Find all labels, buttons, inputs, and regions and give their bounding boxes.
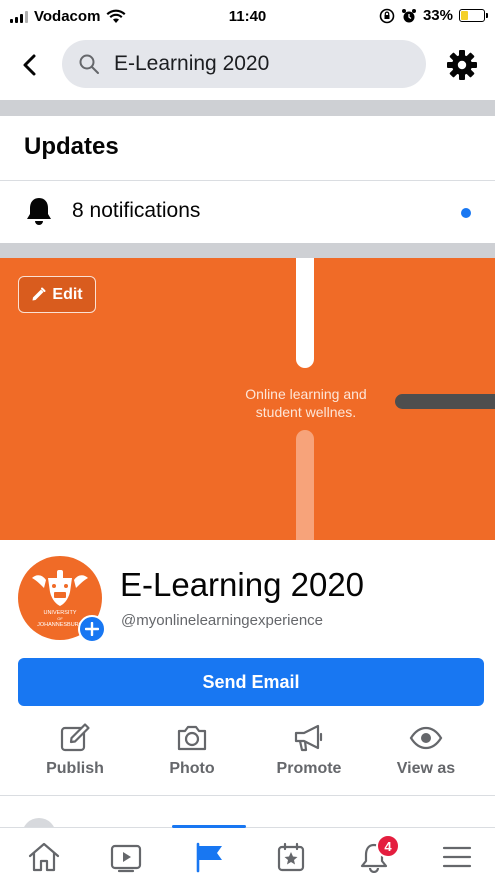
action-label: Photo bbox=[169, 760, 215, 777]
pencil-icon bbox=[32, 287, 46, 301]
cover-graphic bbox=[395, 394, 495, 409]
tab-pages[interactable] bbox=[176, 828, 242, 885]
pencil-square-icon bbox=[60, 723, 90, 752]
tab-notifications[interactable] bbox=[341, 828, 407, 885]
search-input[interactable]: E-Learning 2020 bbox=[62, 40, 426, 88]
page-actions: Publish Photo Promote View as bbox=[0, 722, 495, 786]
cover-text: Online learning and student wellnes. bbox=[245, 386, 367, 420]
battery-icon bbox=[459, 9, 488, 22]
edit-cover-button[interactable]: Edit bbox=[18, 276, 96, 313]
battery-percent: 33% bbox=[422, 7, 453, 24]
back-arrow-icon bbox=[23, 54, 36, 76]
search-query: E-Learning 2020 bbox=[114, 52, 270, 75]
tab-watch[interactable] bbox=[93, 828, 159, 885]
divider bbox=[0, 795, 495, 796]
alarm-icon bbox=[401, 8, 416, 22]
promote-button[interactable]: Promote bbox=[254, 722, 364, 778]
action-label: Publish bbox=[46, 760, 104, 777]
page-title: E-Learning 2020 bbox=[120, 566, 365, 603]
home-icon bbox=[28, 842, 60, 872]
star-calendar-icon bbox=[277, 842, 305, 872]
plus-icon bbox=[85, 622, 99, 636]
unread-dot bbox=[461, 208, 471, 218]
bell-icon bbox=[27, 198, 51, 225]
view-as-button[interactable]: View as bbox=[371, 722, 481, 778]
logo-text-line: OF bbox=[57, 616, 63, 621]
settings-button[interactable] bbox=[445, 48, 479, 82]
tab-home[interactable] bbox=[11, 828, 77, 885]
battery-level bbox=[461, 11, 469, 20]
cover-photo[interactable]: Edit Online learning and student wellnes… bbox=[0, 258, 495, 540]
status-bar: Vodacom 11:40 33% bbox=[0, 0, 495, 36]
rotation-lock-icon bbox=[379, 8, 395, 23]
action-label: View as bbox=[396, 760, 456, 777]
hamburger-menu-icon bbox=[442, 846, 472, 868]
section-divider bbox=[0, 100, 495, 116]
publish-button[interactable]: Publish bbox=[20, 722, 130, 778]
updates-title: Updates bbox=[24, 133, 119, 160]
send-email-button[interactable]: Send Email bbox=[18, 658, 484, 706]
tab-menu[interactable] bbox=[424, 828, 490, 885]
camera-icon bbox=[177, 725, 207, 751]
edit-label: Edit bbox=[52, 285, 83, 303]
back-button[interactable] bbox=[14, 50, 44, 80]
megaphone-icon bbox=[294, 724, 323, 752]
video-icon bbox=[110, 844, 142, 873]
cover-graphic bbox=[296, 258, 314, 368]
status-right: 33% bbox=[379, 7, 488, 24]
tab-feeds[interactable] bbox=[258, 828, 324, 885]
cover-graphic bbox=[296, 430, 314, 540]
section-divider bbox=[0, 243, 495, 258]
page-handle: @myonlinelearningexperience bbox=[121, 612, 324, 629]
bottom-tab-bar: 4 bbox=[0, 825, 495, 885]
notifications-badge: 4 bbox=[376, 834, 400, 858]
photo-button[interactable]: Photo bbox=[137, 722, 247, 778]
search-header: E-Learning 2020 bbox=[0, 36, 495, 100]
flag-icon bbox=[196, 842, 222, 873]
add-profile-photo-button[interactable] bbox=[78, 615, 106, 643]
notifications-label: 8 notifications bbox=[72, 199, 201, 222]
logo-text-line: JOHANNESBURG bbox=[37, 622, 83, 628]
notifications-row[interactable]: 8 notifications bbox=[0, 181, 495, 243]
eye-icon bbox=[409, 726, 443, 750]
gear-icon bbox=[447, 50, 477, 80]
search-icon bbox=[79, 54, 99, 74]
action-label: Promote bbox=[276, 760, 342, 777]
